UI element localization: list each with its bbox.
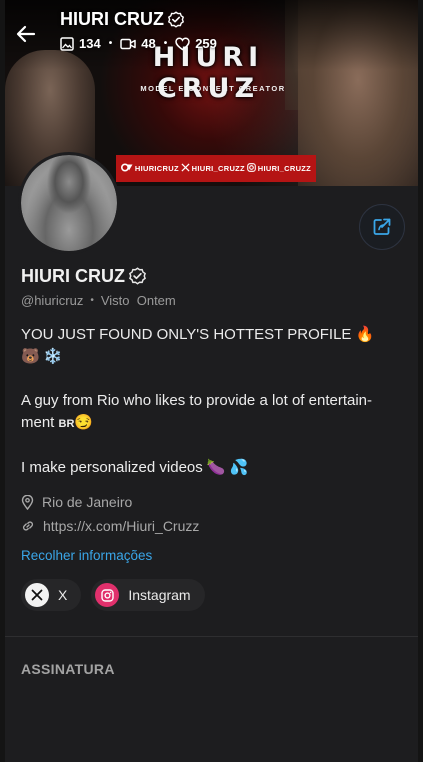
- section-divider: [5, 636, 418, 637]
- onlyfans-icon: [120, 163, 133, 174]
- banner-socials-strip: HIURICRUZ HIURI_CRUZZ HIURI_CRUZZ: [116, 155, 316, 182]
- bio-line: I make personalized videos 🍆 💦: [21, 459, 249, 476]
- banner-subtitle: MODEL E CONTENT CREATOR: [140, 84, 286, 93]
- bio-line: ment BR😏: [21, 414, 94, 431]
- handle-row: @hiuricruz • Visto Ontem: [21, 293, 176, 308]
- brazil-flag-icon: BR: [58, 418, 75, 430]
- bio-line: A guy from Rio who likes to provide a lo…: [21, 392, 373, 409]
- banner-social-x: HIURI_CRUZZ: [181, 163, 245, 174]
- website-link[interactable]: https://x.com/Hiuri_Cruzz: [43, 518, 199, 534]
- collapse-info-link[interactable]: Recolher informações: [21, 548, 152, 563]
- location-row: Rio de Janeiro: [21, 494, 132, 510]
- verified-badge-icon: [129, 267, 146, 285]
- instagram-icon: [246, 163, 256, 174]
- profile-bio: YOU JUST FOUND ONLY'S HOTTEST PROFILE 🔥 …: [21, 324, 401, 479]
- header-stats: 134 • 48 • 259: [60, 36, 217, 51]
- banner-social-onlyfans: HIURICRUZ: [120, 163, 179, 174]
- banner-title: HIURI CRUZ: [152, 42, 264, 104]
- x-icon: [181, 163, 190, 174]
- image-icon: [60, 36, 74, 51]
- x-icon: [25, 583, 49, 607]
- social-chip-instagram[interactable]: Instagram: [91, 579, 205, 611]
- bio-line: 🐻 ❄️: [21, 348, 63, 365]
- location-text: Rio de Janeiro: [42, 494, 133, 510]
- social-links: X Instagram: [21, 579, 205, 611]
- video-icon: [120, 38, 136, 49]
- profile-name: HIURI CRUZ: [21, 266, 147, 287]
- avatar-photo: [21, 155, 117, 251]
- separator-dot: •: [90, 295, 94, 306]
- avatar[interactable]: [18, 152, 120, 254]
- social-chip-x[interactable]: X: [21, 579, 82, 611]
- header-title: HIURI CRUZ: [60, 9, 185, 30]
- location-pin-icon: [21, 494, 34, 510]
- share-icon: [373, 218, 391, 235]
- arrow-left-icon: [16, 25, 36, 43]
- profile-handle: @hiuricruz: [21, 293, 84, 308]
- photos-count: 134: [60, 36, 101, 51]
- last-seen: Visto Ontem: [100, 293, 176, 308]
- banner-social-instagram: HIURI_CRUZZ: [246, 163, 311, 174]
- videos-count: 48: [120, 36, 156, 51]
- instagram-icon: [95, 583, 120, 607]
- subscription-section-title: ASSINATURA: [21, 661, 115, 677]
- bio-line: YOU JUST FOUND ONLY'S HOTTEST PROFILE 🔥: [21, 326, 375, 343]
- verified-badge-icon: [167, 10, 185, 28]
- likes-count: 259: [175, 36, 217, 51]
- back-button[interactable]: [16, 20, 48, 48]
- share-button[interactable]: [359, 204, 405, 250]
- website-row[interactable]: https://x.com/Hiuri_Cruzz: [21, 518, 199, 534]
- heart-icon: [175, 37, 190, 50]
- link-icon: [22, 521, 34, 531]
